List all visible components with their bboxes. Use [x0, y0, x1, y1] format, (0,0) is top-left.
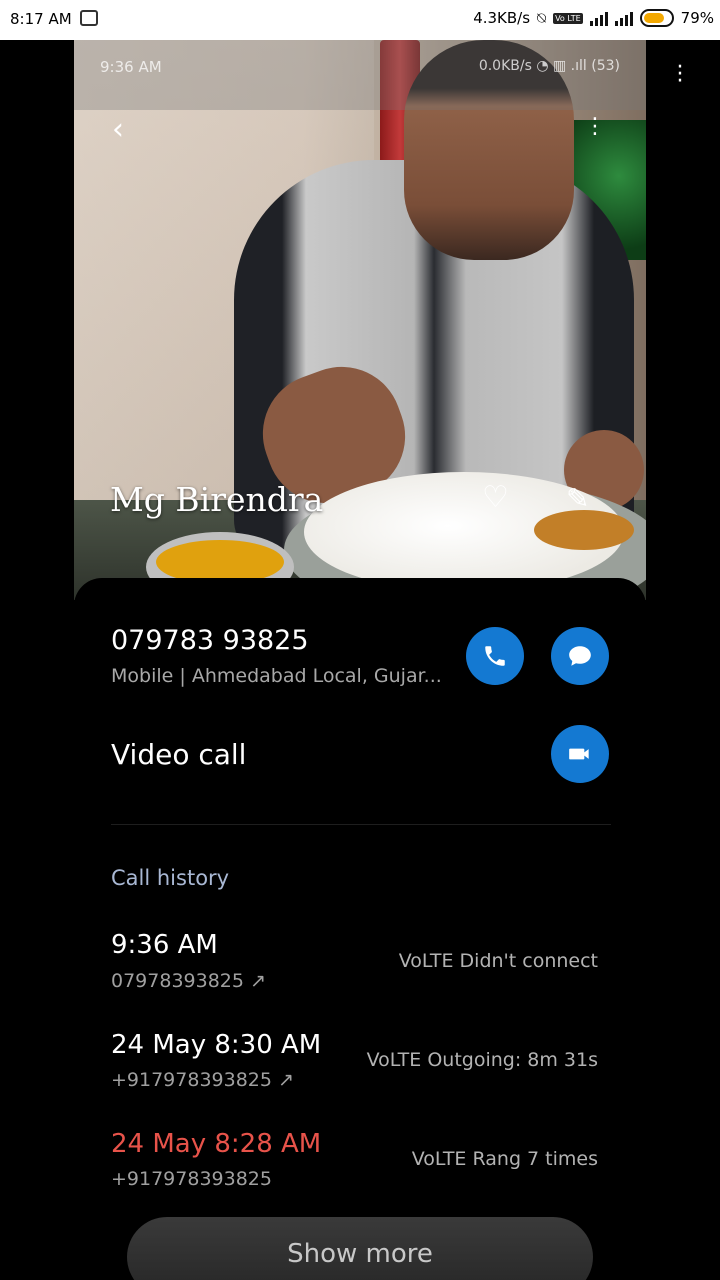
phone-subtitle: Mobile | Ahmedabad Local, Gujar... [111, 665, 451, 687]
call-button[interactable] [466, 627, 524, 685]
call-status: VoLTE Didn't connect [398, 950, 598, 972]
notification-icon [80, 10, 98, 26]
status-bar: 8:17 AM 4.3KB/s ⍉ Vo LTE 79% [0, 0, 720, 40]
show-more-button[interactable]: Show more [127, 1217, 593, 1280]
mute-alarm-icon: ⍉ [537, 9, 547, 27]
call-number: +917978393825 [111, 1168, 272, 1190]
favorite-icon[interactable]: ♡ [482, 480, 509, 515]
phone-location: Ahmedabad Local, Gujar... [191, 665, 442, 687]
edit-icon[interactable]: ✎ [566, 482, 589, 515]
phone-icon [485, 646, 505, 666]
status-time: 8:17 AM [10, 10, 72, 28]
signal-icon-2 [614, 10, 633, 26]
photo-overlay-status: 0.0KB/s ◔ ▥ .ıll (53) [478, 58, 620, 74]
contact-name: Mg Birendra [110, 480, 324, 519]
more-options-icon[interactable]: · · · [672, 57, 688, 93]
video-camera-icon [569, 748, 589, 760]
photo-overlay-speed: 0.0KB/s [478, 58, 532, 74]
photo-more-icon: ⋮ [584, 114, 606, 139]
photo-overlay-battery: 53 [596, 58, 615, 74]
call-time: 24 May 8:30 AM [111, 1030, 322, 1060]
photo-overlay-time: 9:36 AM [100, 58, 162, 76]
message-icon [569, 646, 591, 666]
call-number: +917978393825 ↗ [111, 1069, 294, 1091]
phone-type: Mobile [111, 665, 174, 687]
battery-icon [639, 9, 674, 27]
call-history-title: Call history [111, 866, 230, 890]
call-time-missed: 24 May 8:28 AM [111, 1129, 322, 1159]
signal-icon [589, 10, 608, 26]
photo-curry [534, 510, 634, 550]
section-divider [111, 824, 611, 825]
volte-icon: Vo LTE [553, 12, 583, 24]
call-number: 07978393825 ↗ [111, 970, 266, 992]
video-call-button[interactable] [551, 725, 609, 783]
phone-number[interactable]: 079783 93825 [111, 625, 309, 656]
net-speed: 4.3KB/s [473, 9, 531, 27]
call-time: 9:36 AM [111, 930, 218, 960]
message-button[interactable] [551, 627, 609, 685]
call-status: VoLTE Rang 7 times [411, 1148, 598, 1170]
battery-percent: 79% [680, 9, 714, 27]
back-icon[interactable]: ‹ [112, 112, 124, 147]
video-call-label[interactable]: Video call [111, 738, 246, 771]
call-status: VoLTE Outgoing: 8m 31s [366, 1049, 598, 1071]
contact-photo: 9:36 AM 0.0KB/s ◔ ▥ .ıll (53) ‹ ⋮ Mg Bir… [74, 40, 646, 600]
status-right: 4.3KB/s ⍉ Vo LTE 79% [473, 9, 714, 27]
phone-separator: | [179, 665, 186, 687]
